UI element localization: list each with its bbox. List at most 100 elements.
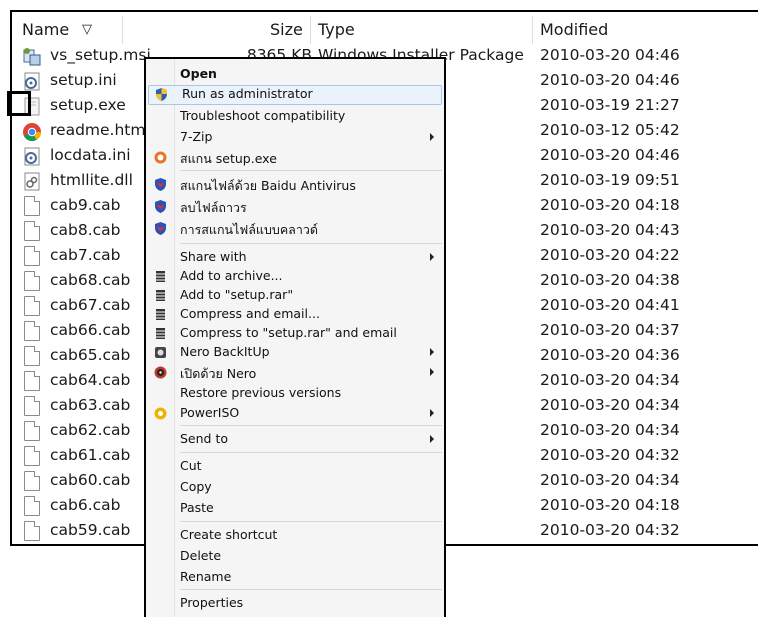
submenu-arrow-icon [430, 253, 434, 261]
menu-separator [180, 425, 442, 426]
menu-item-7zip[interactable]: 7-Zip [146, 128, 444, 148]
submenu-arrow-icon [430, 409, 434, 417]
blank-file-icon [22, 471, 42, 492]
menu-item-properties[interactable]: Properties [146, 594, 444, 614]
file-name: setup.ini [50, 71, 117, 89]
menu-item-restore-previous-versions[interactable]: Restore previous versions [146, 384, 444, 404]
menu-item-create-shortcut[interactable]: Create shortcut [146, 526, 444, 546]
settings-file-icon [22, 71, 42, 92]
blank-file-icon [22, 271, 42, 292]
column-divider[interactable] [310, 16, 311, 44]
file-modified: 2010-03-20 04:38 [540, 271, 680, 289]
menu-item-open-with-nero[interactable]: เปิดด้วย Nero [146, 363, 444, 383]
file-name: setup.exe [50, 96, 126, 114]
uac-shield-icon [154, 87, 169, 102]
menu-item-rename[interactable]: Rename [146, 568, 444, 588]
menu-separator [180, 521, 442, 522]
menu-item-scan-setup[interactable]: สแกน setup.exe [146, 148, 444, 168]
file-modified: 2010-03-20 04:46 [540, 146, 680, 164]
file-modified: 2010-03-20 04:32 [540, 521, 680, 539]
baidu-antivirus-shield-icon [153, 199, 168, 214]
menu-item-label: Restore previous versions [180, 385, 342, 400]
antivirus-scan-icon [153, 150, 168, 165]
menu-item-label: Add to "setup.rar" [180, 287, 294, 302]
menu-separator [180, 589, 442, 590]
menu-item-baidu-scan[interactable]: สแกนไฟล์ด้วย Baidu Antivirus [146, 175, 444, 195]
blank-file-icon [22, 346, 42, 367]
menu-item-label: Paste [180, 500, 214, 515]
file-name: locdata.ini [50, 146, 131, 164]
chrome-icon [22, 121, 42, 142]
menu-item-share-with[interactable]: Share with [146, 248, 444, 268]
file-modified: 2010-03-20 04:32 [540, 446, 680, 464]
menu-item-compress-rar-and-email[interactable]: Compress to "setup.rar" and email [146, 324, 444, 344]
file-modified: 2010-03-20 04:37 [540, 321, 680, 339]
column-header-name[interactable]: Name [22, 20, 69, 39]
menu-separator [180, 452, 442, 453]
menu-item-label: Rename [180, 569, 232, 584]
menu-item-label: สแกนไฟล์ด้วย Baidu Antivirus [180, 178, 356, 193]
sort-descending-icon[interactable]: ▽ [82, 22, 92, 37]
poweriso-icon [153, 406, 168, 421]
baidu-antivirus-shield-icon [153, 177, 168, 192]
menu-item-copy[interactable]: Copy [146, 478, 444, 498]
file-name: cab61.cab [50, 446, 131, 464]
file-name: cab65.cab [50, 346, 131, 364]
menu-item-add-to-rar[interactable]: Add to "setup.rar" [146, 286, 444, 306]
file-name: cab6.cab [50, 496, 121, 514]
blank-file-icon [22, 396, 42, 417]
menu-item-label: PowerISO [180, 405, 240, 420]
file-modified: 2010-03-19 21:27 [540, 96, 680, 114]
nero-backitup-icon [153, 345, 168, 360]
winrar-icon [153, 288, 168, 303]
file-modified: 2010-03-20 04:34 [540, 371, 680, 389]
menu-item-label: Compress and email... [180, 306, 320, 321]
menu-item-compress-and-email[interactable]: Compress and email... [146, 305, 444, 325]
blank-file-icon [22, 496, 42, 517]
menu-item-run-as-administrator[interactable]: Run as administrator [148, 85, 442, 105]
column-header-size[interactable]: Size [270, 20, 303, 39]
column-header-type[interactable]: Type [318, 20, 355, 39]
menu-item-label: Open [180, 66, 217, 81]
blank-file-icon [22, 421, 42, 442]
file-name: cab62.cab [50, 421, 131, 439]
column-divider[interactable] [122, 16, 123, 44]
dll-file-icon [22, 171, 42, 192]
menu-item-cloud-scan[interactable]: การสแกนไฟล์แบบคลาวด์ [146, 219, 444, 239]
menu-item-delete[interactable]: Delete [146, 547, 444, 567]
file-modified: 2010-03-20 04:18 [540, 496, 680, 514]
menu-item-open[interactable]: Open [146, 65, 444, 85]
submenu-arrow-icon [430, 133, 434, 141]
blank-file-icon [22, 446, 42, 467]
blank-file-icon [22, 246, 42, 267]
file-modified: 2010-03-12 05:42 [540, 121, 680, 139]
menu-item-send-to[interactable]: Send to [146, 430, 444, 450]
menu-item-add-to-archive[interactable]: Add to archive... [146, 267, 444, 287]
column-header-modified[interactable]: Modified [540, 20, 608, 39]
file-name: cab63.cab [50, 396, 131, 414]
file-modified: 2010-03-20 04:46 [540, 71, 680, 89]
submenu-arrow-icon [430, 368, 434, 376]
file-modified: 2010-03-20 04:43 [540, 221, 680, 239]
blank-file-icon [22, 521, 42, 542]
menu-item-label: Create shortcut [180, 527, 278, 542]
file-name: cab60.cab [50, 471, 131, 489]
file-name: vs_setup.msi [50, 46, 151, 64]
column-divider[interactable] [532, 16, 533, 44]
menu-item-nero-backitup[interactable]: Nero BackItUp [146, 343, 444, 363]
menu-item-label: Delete [180, 548, 222, 563]
file-modified: 2010-03-19 09:51 [540, 171, 680, 189]
menu-item-troubleshoot-compatibility[interactable]: Troubleshoot compatibility [146, 107, 444, 127]
menu-item-poweriso[interactable]: PowerISO [146, 404, 444, 424]
column-header-row: Name ▽ Size Type Modified [12, 16, 758, 44]
submenu-arrow-icon [430, 348, 434, 356]
file-name: cab64.cab [50, 371, 131, 389]
blank-file-icon [22, 296, 42, 317]
menu-item-delete-permanently[interactable]: ลบไฟล์ถาวร [146, 197, 444, 217]
selected-file-highlight [7, 91, 31, 116]
menu-item-label: Nero BackItUp [180, 344, 270, 359]
menu-item-label: เปิดด้วย Nero [180, 366, 257, 381]
menu-item-cut[interactable]: Cut [146, 457, 444, 477]
menu-item-paste[interactable]: Paste [146, 499, 444, 519]
file-name: cab66.cab [50, 321, 131, 339]
